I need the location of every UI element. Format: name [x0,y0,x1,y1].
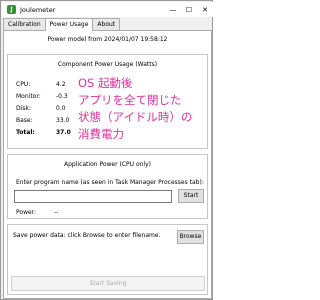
annotation-line-2: アプリを全て閉じた [78,93,182,107]
annotation-line-1: OS 起動後 [78,76,133,90]
monitor-label: Monitor: [16,93,41,100]
annotation-line-3: 状態（アイドル時）の [78,110,193,124]
browse-button[interactable]: Browse [177,230,204,244]
start-button[interactable]: Start [178,189,204,203]
component-group-title: Component Power Usage (Watts) [57,61,158,68]
application-power-group: Application Power (CPU only) Enter progr… [7,154,208,219]
power-label: Power: [16,209,37,216]
joulemeter-window: J Joulemeter — ☐ ✕ Calibration Power Usa… [0,0,213,300]
cpu-value: 4.2 [56,81,66,88]
tab-power-usage[interactable]: Power Usage [44,18,94,31]
disk-label: Disk: [16,105,31,112]
title-bar: J Joulemeter — ☐ ✕ [2,2,213,17]
power-model-label: Power model from 2024/01/07 19:58:12 [47,36,168,43]
window-controls: — ☐ ✕ [165,2,213,17]
disk-value: 0.0 [56,105,66,112]
disk-row: Disk: 0.0 [16,105,76,112]
annotation-line-4: 消費電力 [78,127,124,141]
program-name-input[interactable] [14,190,172,203]
base-label: Base: [16,117,33,124]
cpu-label: CPU: [16,81,31,88]
base-row: Base: 33.0 [16,117,76,124]
cpu-row: CPU: 4.2 [16,81,76,88]
base-value: 33.0 [56,117,70,124]
save-power-group: Save power data: click Browse to enter f… [7,224,208,295]
tab-about[interactable]: About [92,18,121,30]
total-label: Total: [16,129,35,136]
total-row: Total: 37.0 [16,129,76,136]
power-usage-panel: Power model from 2024/01/07 19:58:12 Com… [3,30,212,299]
monitor-row: Monitor: -0.3 [16,93,76,100]
total-value: 37.0 [56,129,71,136]
tab-calibration[interactable]: Calibration [3,18,46,30]
power-value: -- [54,209,59,216]
tab-strip: Calibration Power Usage About [3,18,121,31]
start-saving-button[interactable]: Start Saving [11,276,205,291]
program-name-prompt: Enter program name (as seen in Task Mana… [16,179,204,186]
minimize-button[interactable]: — [165,2,181,17]
close-button[interactable]: ✕ [197,2,213,17]
component-power-group: Component Power Usage (Watts) CPU: 4.2 Mo… [7,54,208,149]
maximize-button[interactable]: ☐ [181,2,197,17]
window-title: Joulemeter [20,5,56,14]
monitor-value: -0.3 [56,93,68,100]
save-instructions: Save power data: click Browse to enter f… [13,232,161,239]
app-icon: J [7,5,16,14]
application-group-title: Application Power (CPU only) [64,161,151,168]
